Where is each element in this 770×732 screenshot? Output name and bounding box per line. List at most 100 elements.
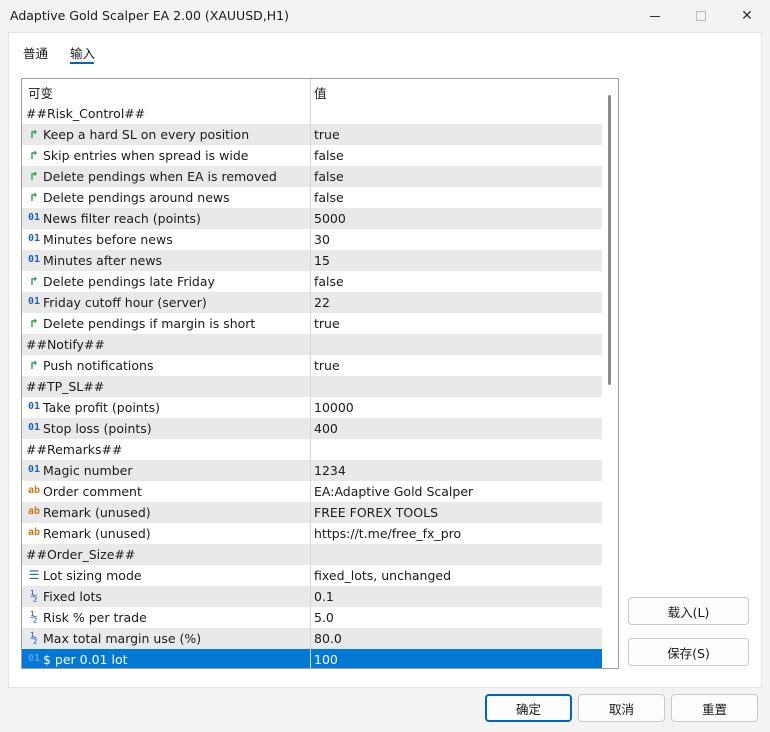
param-value[interactable]: true (314, 316, 340, 331)
param-row[interactable]: 01 News filter reach (points) 5000 (22, 208, 602, 229)
param-value[interactable]: 22 (314, 295, 330, 310)
variable-cell[interactable]: ##Notify## (22, 334, 310, 355)
column-header-value[interactable]: 值 (314, 83, 327, 102)
value-cell[interactable]: false (311, 166, 602, 187)
reset-button[interactable]: 重置 (671, 694, 758, 722)
minimize-button[interactable] (632, 0, 678, 32)
variable-cell[interactable]: 01 Minutes after news (22, 250, 310, 271)
value-cell[interactable]: false (311, 271, 602, 292)
ok-button[interactable]: 确定 (485, 694, 572, 722)
param-value[interactable]: 1234 (314, 463, 346, 478)
variable-cell[interactable]: ½ Max total margin use (%) (22, 628, 310, 649)
param-value[interactable]: 5000 (314, 211, 346, 226)
column-header-variable[interactable]: 可变 (28, 83, 53, 102)
variable-cell[interactable]: ↱ Skip entries when spread is wide (22, 145, 310, 166)
vertical-scrollbar[interactable] (602, 79, 618, 668)
value-cell[interactable]: 0.1 (311, 586, 602, 607)
tab-inputs[interactable]: 输入 (70, 43, 95, 62)
value-cell[interactable] (311, 334, 602, 355)
param-row[interactable]: ↱ Delete pendings late Friday false (22, 271, 602, 292)
param-value[interactable]: 80.0 (314, 631, 342, 646)
variable-cell[interactable]: ↱ Delete pendings around news (22, 187, 310, 208)
value-cell[interactable] (311, 544, 602, 565)
param-row[interactable]: 01 Friday cutoff hour (server) 22 (22, 292, 602, 313)
value-cell[interactable]: false (311, 145, 602, 166)
param-value[interactable]: 0.1 (314, 589, 334, 604)
value-cell[interactable]: true (311, 355, 602, 376)
value-cell[interactable]: 15 (311, 250, 602, 271)
param-row[interactable]: ↱ Delete pendings around news false (22, 187, 602, 208)
group-header-row[interactable]: ##TP_SL## (22, 376, 602, 397)
variable-cell[interactable]: ↱ Delete pendings when EA is removed (22, 166, 310, 187)
param-value[interactable]: 30 (314, 232, 330, 247)
maximize-button[interactable] (678, 0, 724, 32)
group-header-row[interactable]: ##Risk_Control## (22, 103, 602, 124)
param-value[interactable]: true (314, 127, 340, 142)
param-value[interactable]: false (314, 148, 344, 163)
variable-cell[interactable]: ↱ Delete pendings if margin is short (22, 313, 310, 334)
param-row[interactable]: 01 Stop loss (points) 400 (22, 418, 602, 439)
param-row[interactable]: ab Remark (unused) FREE FOREX TOOLS (22, 502, 602, 523)
variable-cell[interactable]: ab Remark (unused) (22, 523, 310, 544)
variable-cell[interactable]: 01 News filter reach (points) (22, 208, 310, 229)
param-value[interactable]: 10000 (314, 400, 354, 415)
variable-cell[interactable]: ##Risk_Control## (22, 103, 310, 124)
param-row[interactable]: ½ Risk % per trade 5.0 (22, 607, 602, 628)
value-cell[interactable]: false (311, 187, 602, 208)
save-button[interactable]: 保存(S) (628, 638, 749, 666)
param-row[interactable]: ab Order comment EA:Adaptive Gold Scalper (22, 481, 602, 502)
param-value[interactable]: FREE FOREX TOOLS (314, 505, 438, 520)
variable-cell[interactable]: ½ Risk % per trade (22, 607, 310, 628)
param-value[interactable]: 100 (314, 652, 338, 667)
param-row[interactable]: ½ Max total margin use (%) 80.0 (22, 628, 602, 649)
group-header-row[interactable]: ##Order_Size## (22, 544, 602, 565)
param-value[interactable]: 400 (314, 421, 338, 436)
cancel-button[interactable]: 取消 (578, 694, 665, 722)
variable-cell[interactable]: ½ Fixed lots (22, 586, 310, 607)
variable-cell[interactable]: ↱ Keep a hard SL on every position (22, 124, 310, 145)
param-row[interactable]: ↱ Delete pendings if margin is short true (22, 313, 602, 334)
close-button[interactable]: ✕ (724, 0, 770, 32)
param-row[interactable]: ↱ Skip entries when spread is wide false (22, 145, 602, 166)
param-row[interactable]: 01 $ per 0.01 lot 100 (22, 649, 602, 668)
param-value[interactable]: 15 (314, 253, 330, 268)
variable-cell[interactable]: ☰ Lot sizing mode (22, 565, 310, 586)
load-button[interactable]: 载入(L) (628, 597, 749, 625)
value-cell[interactable]: 22 (311, 292, 602, 313)
value-cell[interactable]: fixed_lots, unchanged (311, 565, 602, 586)
param-value[interactable]: fixed_lots, unchanged (314, 568, 451, 583)
column-separator[interactable] (310, 79, 311, 103)
variable-cell[interactable]: ab Order comment (22, 481, 310, 502)
value-cell[interactable]: 80.0 (311, 628, 602, 649)
param-value[interactable]: false (314, 274, 344, 289)
param-row[interactable]: 01 Take profit (points) 10000 (22, 397, 602, 418)
param-value[interactable]: EA:Adaptive Gold Scalper (314, 484, 473, 499)
value-cell[interactable] (311, 103, 602, 124)
param-row[interactable]: ½ Fixed lots 0.1 (22, 586, 602, 607)
param-row[interactable]: 01 Minutes before news 30 (22, 229, 602, 250)
group-header-row[interactable]: ##Notify## (22, 334, 602, 355)
variable-cell[interactable]: 01 Take profit (points) (22, 397, 310, 418)
value-cell[interactable]: 30 (311, 229, 602, 250)
variable-cell[interactable]: ↱ Push notifications (22, 355, 310, 376)
value-cell[interactable]: 400 (311, 418, 602, 439)
tab-general[interactable]: 普通 (23, 43, 48, 62)
group-header-row[interactable]: ##Remarks## (22, 439, 602, 460)
variable-cell[interactable]: ##Remarks## (22, 439, 310, 460)
variable-cell[interactable]: 01 Magic number (22, 460, 310, 481)
variable-cell[interactable]: 01 Stop loss (points) (22, 418, 310, 439)
param-row[interactable]: 01 Magic number 1234 (22, 460, 602, 481)
param-value[interactable]: false (314, 190, 344, 205)
param-row[interactable]: ☰ Lot sizing mode fixed_lots, unchanged (22, 565, 602, 586)
value-cell[interactable]: 100 (311, 649, 602, 668)
value-cell[interactable]: EA:Adaptive Gold Scalper (311, 481, 602, 502)
scrollbar-thumb[interactable] (608, 95, 611, 385)
value-cell[interactable]: 5.0 (311, 607, 602, 628)
value-cell[interactable]: 5000 (311, 208, 602, 229)
variable-cell[interactable]: 01 Friday cutoff hour (server) (22, 292, 310, 313)
param-value[interactable]: 5.0 (314, 610, 334, 625)
param-row[interactable]: ↱ Push notifications true (22, 355, 602, 376)
variable-cell[interactable]: 01 Minutes before news (22, 229, 310, 250)
variable-cell[interactable]: ↱ Delete pendings late Friday (22, 271, 310, 292)
value-cell[interactable]: true (311, 313, 602, 334)
